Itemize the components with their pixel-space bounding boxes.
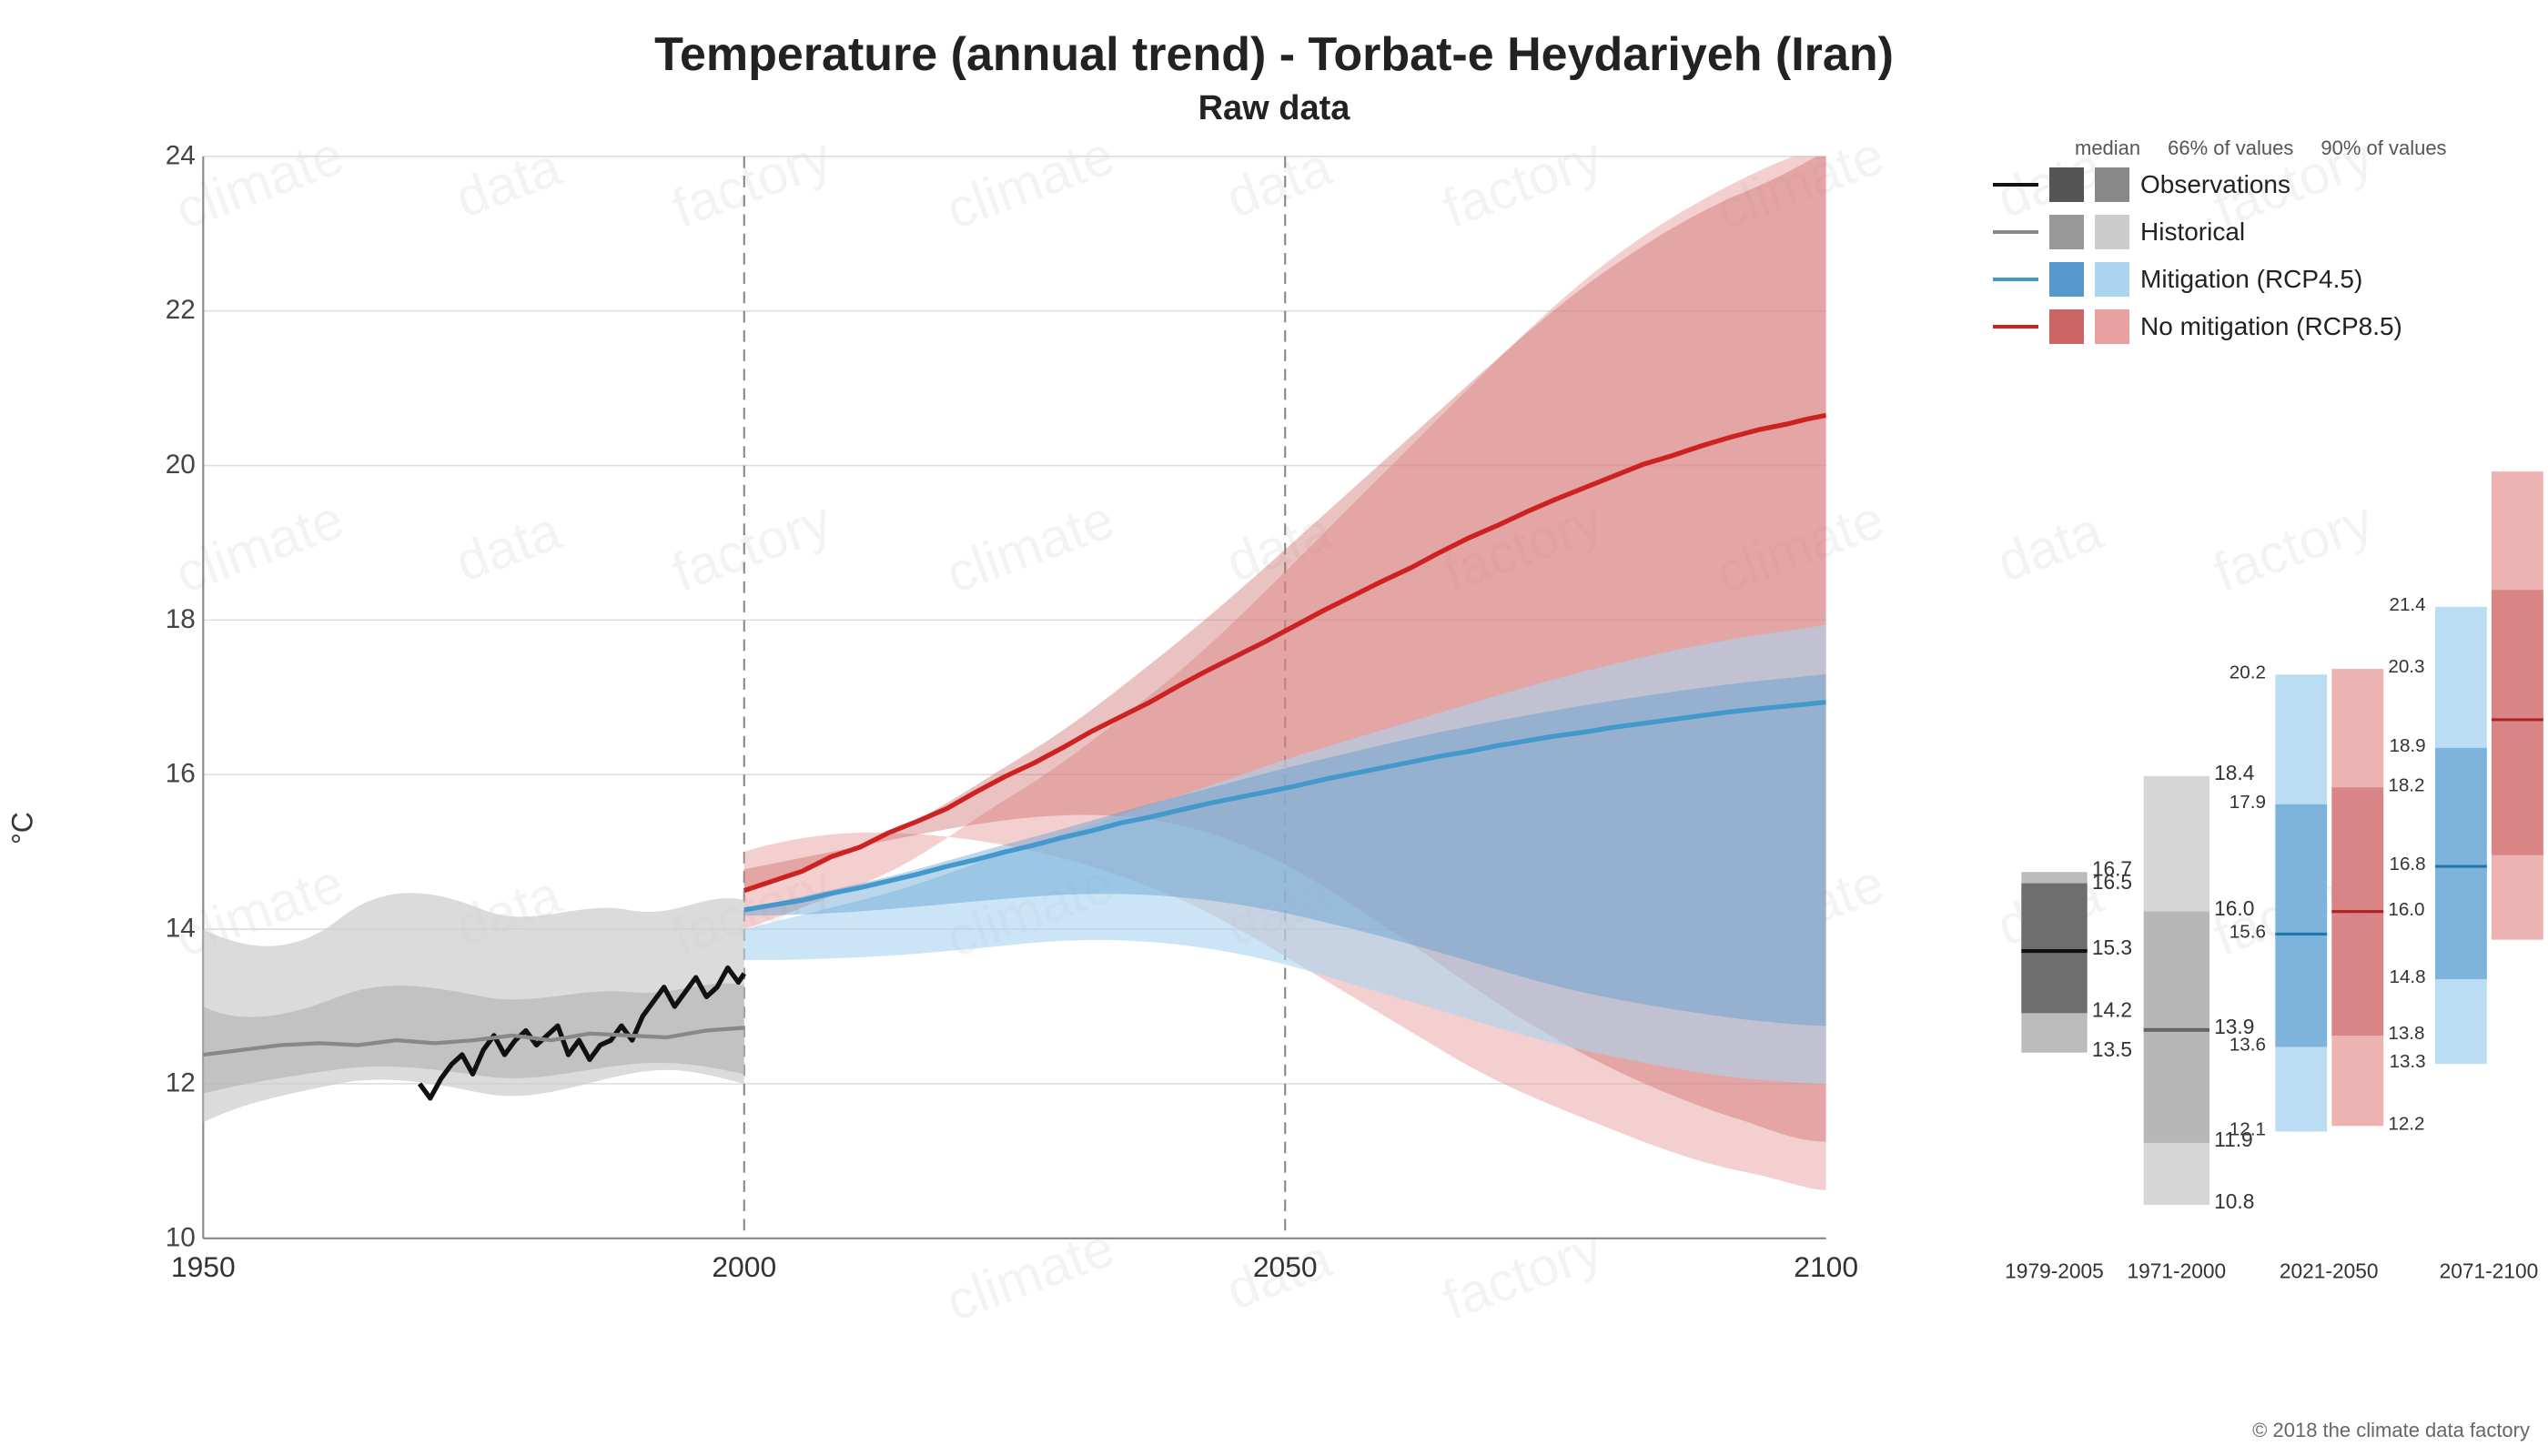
nomit-box-90 <box>2095 309 2129 344</box>
val-1971-upper: 16.0 <box>2214 896 2254 920</box>
val-2071-blue-bot: 13.3 <box>2389 1051 2425 1072</box>
svg-text:18: 18 <box>166 604 196 634</box>
right-panel: median 66% of values 90% of values Obser… <box>1984 127 2548 1456</box>
legend-item-hist: Historical <box>1993 215 2447 249</box>
val-2071-blue-top: 21.4 <box>2389 594 2425 615</box>
mit-label: Mitigation (RCP4.5) <box>2140 265 2362 294</box>
svg-text:2000: 2000 <box>712 1250 776 1283</box>
svg-text:22: 22 <box>166 295 196 325</box>
bar-group-1979-2005: 16.7 16.5 15.3 14.2 13.5 1979-2005 <box>2005 856 2132 1282</box>
val-1979-bot: 13.5 <box>2092 1037 2132 1061</box>
val-2021-red-low: 13.8 <box>2388 1023 2424 1044</box>
val-2071-blue-low: 14.8 <box>2389 966 2425 987</box>
val-1979-mid: 15.3 <box>2092 935 2132 959</box>
val-1979-low: 14.2 <box>2092 997 2132 1021</box>
svg-text:14: 14 <box>166 914 196 944</box>
svg-text:2050: 2050 <box>1253 1250 1318 1283</box>
val-1971-top: 18.4 <box>2214 761 2254 784</box>
legend-header-66: 66% of values <box>2168 136 2293 160</box>
val-2021-blue-low: 13.6 <box>2230 1035 2266 1056</box>
mit-line-icon <box>1993 274 2038 285</box>
obs-line-icon <box>1993 179 2038 190</box>
bar-group-1971-2000: 18.4 16.0 13.9 11.9 10.8 1971-2000 <box>2128 761 2255 1283</box>
bar-charts-svg: 16.7 16.5 15.3 14.2 13.5 1979-2005 18.4 … <box>1984 346 2548 1383</box>
bar-group-2071-2100: 21.4 18.9 16.8 14.8 13.3 23.8 21.7 19.4 … <box>2389 459 2548 1282</box>
y-axis-ticks: 10 12 14 16 18 20 22 24 <box>166 140 196 1252</box>
val-1971-bot: 10.8 <box>2214 1189 2254 1213</box>
legend-header: median 66% of values 90% of values <box>2075 136 2447 160</box>
legend: median 66% of values 90% of values Obser… <box>1993 136 2447 357</box>
legend-item-nomit: No mitigation (RCP8.5) <box>1993 309 2447 344</box>
chart-subtitle: Raw data <box>0 82 2548 128</box>
legend-header-median: median <box>2075 136 2140 160</box>
hist-label: Historical <box>2140 217 2245 247</box>
val-2071-blue-upper: 18.9 <box>2389 735 2425 756</box>
y-axis-label: °C <box>0 127 46 1456</box>
main-container: °C <box>0 127 2548 1456</box>
mit-box-90 <box>2095 262 2129 297</box>
label-1979-2005: 1979-2005 <box>2005 1259 2104 1283</box>
svg-text:16: 16 <box>166 759 196 789</box>
val-2021-blue-bot: 12.1 <box>2230 1119 2266 1140</box>
chart-area: 10 12 14 16 18 20 22 24 <box>46 127 1984 1456</box>
copyright: © 2018 the climate data factory <box>2252 1419 2530 1442</box>
x-axis-labels: 1950 2000 2050 2100 <box>171 1250 1858 1283</box>
val-2021-blue-upper: 17.9 <box>2230 792 2266 813</box>
label-1971-2000: 1971-2000 <box>2128 1259 2227 1283</box>
svg-text:12: 12 <box>166 1067 196 1097</box>
label-2021-2050: 2021-2050 <box>2280 1259 2379 1283</box>
chart-title: Temperature (annual trend) - Torbat-e He… <box>0 0 2548 82</box>
obs-box-66 <box>2049 167 2084 202</box>
svg-text:24: 24 <box>166 140 196 170</box>
val-2021-blue-top: 20.2 <box>2230 662 2266 682</box>
val-2021-red-bot: 12.2 <box>2388 1113 2424 1134</box>
val-1979-med: 16.5 <box>2092 870 2132 894</box>
svg-text:10: 10 <box>166 1222 196 1252</box>
label-2071-2100: 2071-2100 <box>2440 1259 2539 1283</box>
val-2071-blue-mid: 16.8 <box>2389 854 2425 875</box>
obs-label: Observations <box>2140 170 2290 199</box>
main-chart-svg: 10 12 14 16 18 20 22 24 <box>46 127 1984 1383</box>
svg-text:20: 20 <box>166 450 196 480</box>
mit-box-66 <box>2049 262 2084 297</box>
nomit-label: No mitigation (RCP8.5) <box>2140 312 2402 341</box>
hist-line-icon <box>1993 227 2038 238</box>
val-2021-red-mid: 16.0 <box>2388 899 2424 920</box>
legend-item-obs: Observations <box>1993 167 2447 202</box>
svg-text:1950: 1950 <box>171 1250 236 1283</box>
val-2021-blue-mid: 15.6 <box>2230 922 2266 943</box>
nomit-box-66 <box>2049 309 2084 344</box>
hist-box-90 <box>2095 215 2129 249</box>
hist-box-66 <box>2049 215 2084 249</box>
val-2021-red-top: 20.3 <box>2388 656 2424 677</box>
svg-text:2100: 2100 <box>1794 1250 1858 1283</box>
val-2021-red-upper: 18.2 <box>2388 774 2424 795</box>
legend-item-mit: Mitigation (RCP4.5) <box>1993 262 2447 297</box>
legend-header-90: 90% of values <box>2320 136 2446 160</box>
nomit-line-icon <box>1993 321 2038 332</box>
obs-box-90 <box>2095 167 2129 202</box>
historical-band <box>203 893 743 1122</box>
